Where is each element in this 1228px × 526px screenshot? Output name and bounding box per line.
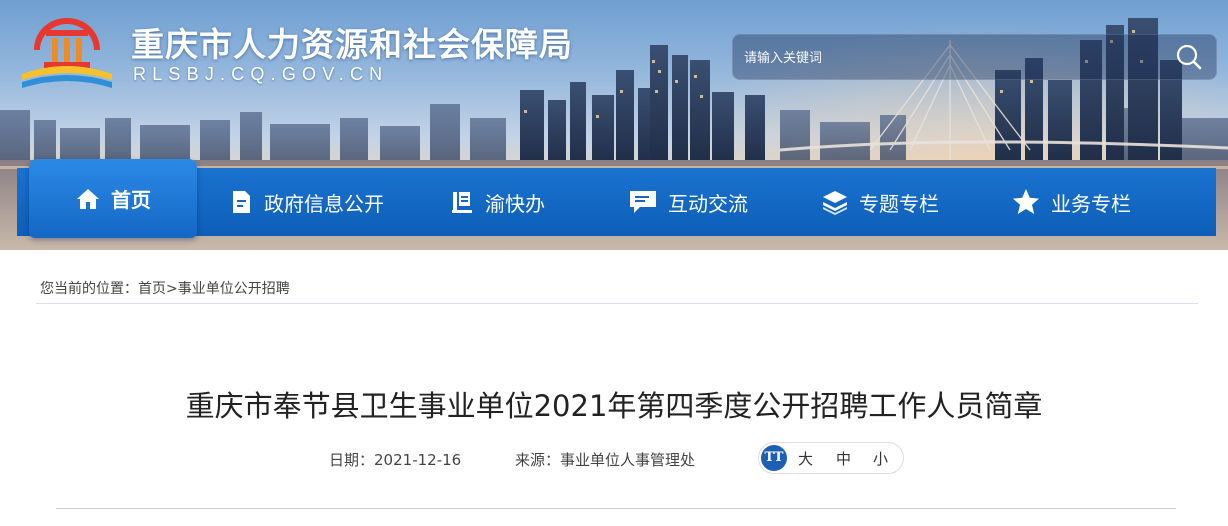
breadcrumb: 您当前的位置：首页>事业单位公开招聘 (40, 278, 290, 298)
date-label: 日期： (329, 451, 375, 469)
bureau-logo (22, 18, 112, 88)
nav-label-special-topics: 专题专栏 (859, 191, 939, 216)
nav-label-gov-info: 政府信息公开 (264, 191, 384, 216)
search-icon (1176, 44, 1202, 70)
nav-item-special-topics[interactable]: 专题专栏 (821, 168, 939, 236)
document-icon (228, 189, 254, 215)
book-stack-icon (449, 189, 475, 215)
nav-label-yukuaiban: 渝快办 (485, 191, 545, 216)
nav-item-interaction[interactable]: 互动交流 (628, 168, 748, 236)
font-size-large-button[interactable]: 大 (798, 448, 813, 469)
breadcrumb-current-link[interactable]: 事业单位公开招聘 (178, 281, 290, 297)
site-domain: RLSBJ.CQ.GOV.CN (133, 64, 389, 84)
breadcrumb-separator: > (166, 281, 178, 297)
breadcrumb-divider (36, 303, 1198, 304)
font-size-icon: TT (761, 445, 787, 471)
nav-item-home[interactable]: 首页 (29, 159, 197, 238)
search-button[interactable] (1175, 43, 1203, 71)
article-header-divider (56, 508, 1176, 509)
article-title: 重庆市奉节县卫生事业单位2021年第四季度公开招聘工作人员简章 (185, 389, 1043, 423)
home-icon (75, 186, 101, 212)
source-label: 来源： (515, 451, 561, 469)
search-input[interactable] (742, 40, 1146, 76)
font-size-control: TT 大 中 小 (758, 442, 904, 474)
nav-label-business: 业务专栏 (1051, 191, 1131, 216)
nav-label-interaction: 互动交流 (668, 191, 748, 216)
source-value: 事业单位人事管理处 (560, 451, 696, 469)
nav-item-gov-info[interactable]: 政府信息公开 (228, 168, 384, 236)
article-source: 来源：事业单位人事管理处 (515, 449, 695, 470)
chat-bubble-icon (628, 188, 658, 216)
breadcrumb-bar: 您当前的位置：首页>事业单位公开招聘 (0, 250, 1228, 326)
layers-icon (821, 188, 849, 216)
main-nav: 首页 政府信息公开 渝快办 互动交流 专题专栏 业务专栏 (17, 159, 1216, 238)
nav-item-yukuaiban[interactable]: 渝快办 (449, 168, 545, 236)
article-date: 日期：2021-12-16 (329, 449, 461, 470)
breadcrumb-prefix: 您当前的位置： (40, 281, 138, 297)
font-size-medium-button[interactable]: 中 (836, 448, 851, 469)
content-area (0, 326, 1228, 526)
date-value: 2021-12-16 (374, 451, 462, 469)
search-box (732, 34, 1217, 80)
site-title: 重庆市人力资源和社会保障局 (131, 25, 573, 64)
nav-item-business[interactable]: 业务专栏 (1011, 168, 1131, 236)
font-size-small-button[interactable]: 小 (873, 448, 888, 469)
breadcrumb-home-link[interactable]: 首页 (138, 281, 166, 297)
nav-label-home: 首页 (111, 188, 151, 212)
star-icon (1011, 187, 1041, 217)
